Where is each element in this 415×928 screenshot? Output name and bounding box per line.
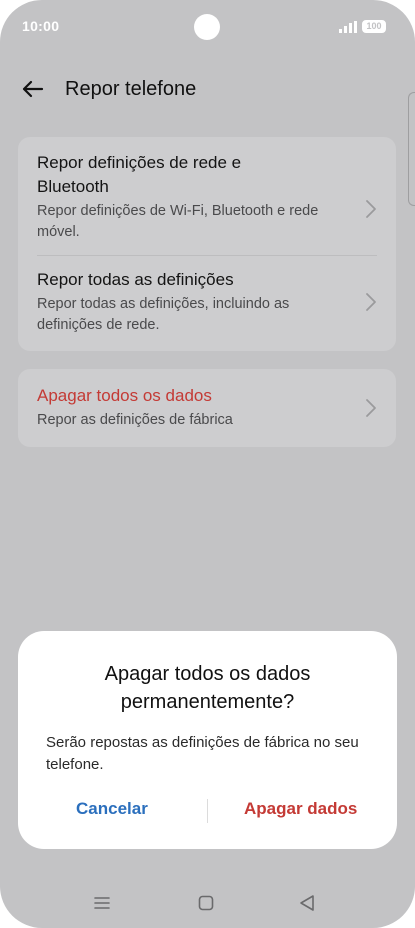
confirm-erase-dialog: Apagar todos os dados permanentemente? S… [18,631,397,849]
navigation-bar [0,880,415,924]
phone-screen: 10:00 100 Repor telefone Repor definiçõe… [0,0,415,928]
home-icon[interactable] [195,892,217,914]
status-bar: 10:00 100 [0,0,415,54]
chevron-right-icon [366,293,376,311]
dialog-title: Apagar todos os dados permanentemente? [104,663,311,713]
reset-options-card: Repor definições de rede e Bluetooth Rep… [18,137,396,351]
battery-level: 100 [366,21,382,31]
divider [37,255,377,256]
reset-network-subtitle: Repor definições de Wi-Fi, Bluetooth e r… [37,203,319,240]
back-icon[interactable] [296,892,318,914]
button-separator [207,799,208,823]
reset-all-settings-subtitle: Repor todas as definições, incluindo as … [37,296,290,333]
reset-network-title: Repor definições de rede e Bluetooth [37,153,242,196]
signal-icon [339,21,357,33]
camera-cutout [194,14,220,40]
page-header: Repor telefone [0,70,415,110]
back-arrow-icon[interactable] [20,76,46,102]
page-title: Repor telefone [65,78,197,100]
dialog-message: Serão repostas as definições de fábrica … [46,734,359,773]
erase-all-data-item[interactable]: Apagar todos os dados Repor as definiçõe… [37,384,377,431]
reset-network-item[interactable]: Repor definições de rede e Bluetooth Rep… [37,151,377,243]
reset-all-settings-item[interactable]: Repor todas as definições Repor todas as… [37,268,377,336]
erase-all-data-subtitle: Repor as definições de fábrica [37,412,233,428]
reset-all-settings-title: Repor todas as definições [37,270,234,289]
chevron-right-icon [366,399,376,417]
erase-data-button[interactable]: Apagar dados [244,799,357,819]
battery-icon: 100 [362,20,386,33]
erase-data-card: Apagar todos os dados Repor as definiçõe… [18,369,396,447]
cancel-button[interactable]: Cancelar [76,799,148,819]
chevron-right-icon [366,200,376,218]
status-time: 10:00 [22,18,60,34]
erase-all-data-title: Apagar todos os dados [37,386,212,405]
menu-icon[interactable] [91,892,113,914]
scrollbar[interactable] [408,92,415,206]
